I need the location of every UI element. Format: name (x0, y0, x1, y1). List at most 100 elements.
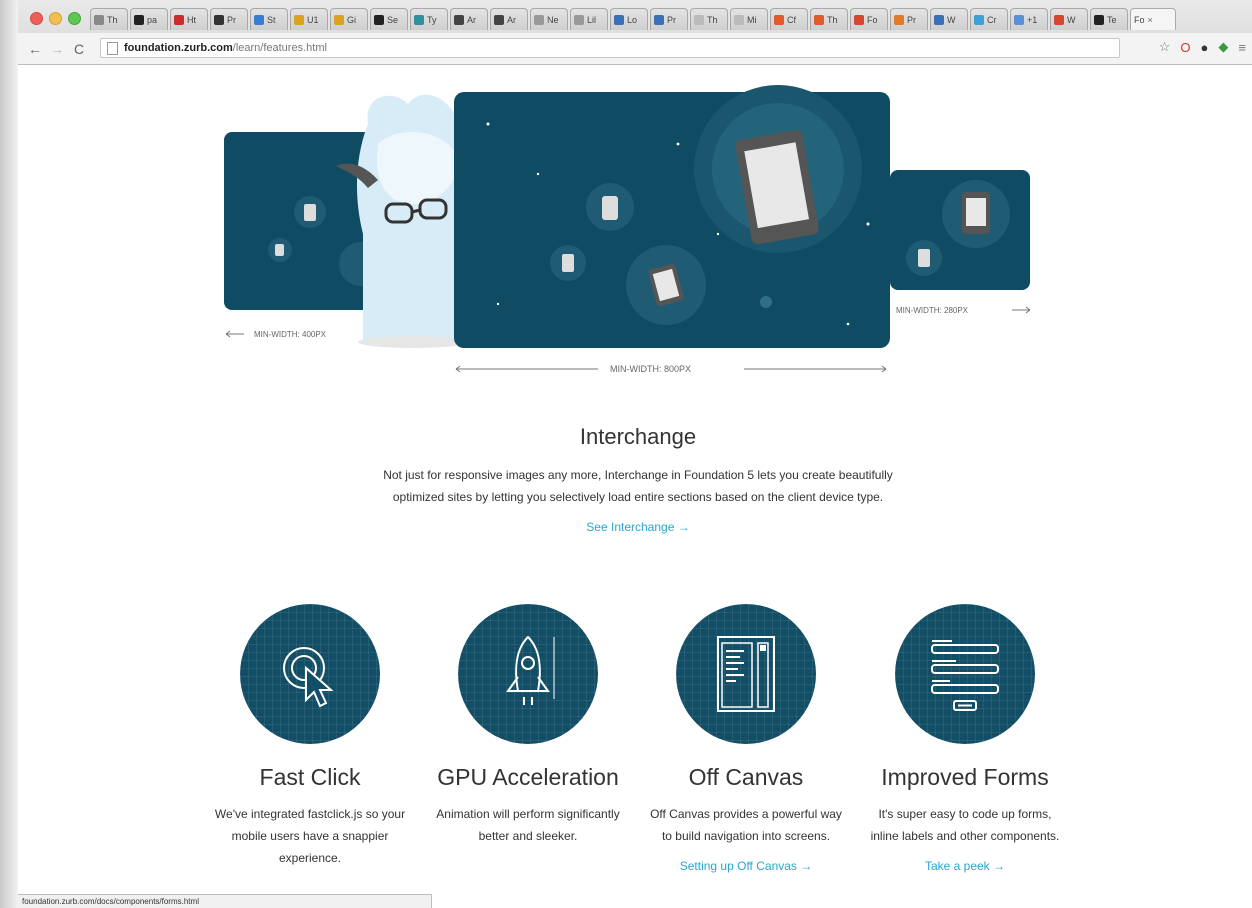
browser-tab[interactable]: Se (370, 8, 408, 30)
forward-icon[interactable]: → (46, 41, 68, 57)
browser-tab[interactable]: W (1050, 8, 1088, 30)
tab-label: Th (107, 14, 118, 25)
interchange-title: Interchange (579, 424, 697, 449)
browser-tab[interactable]: Pr (210, 8, 248, 30)
browser-tab[interactable]: Th (810, 8, 848, 30)
off-canvas-icon (676, 604, 816, 744)
browser-tab[interactable]: Cr (970, 8, 1008, 30)
browser-tab[interactable]: Lo (610, 8, 648, 30)
opera-extension-icon[interactable]: O (1180, 40, 1190, 55)
setting-up-off-canvas-link[interactable]: Setting up Off Canvas → (680, 859, 813, 873)
browser-tab[interactable]: Mi (730, 8, 768, 30)
tab-favicon-icon (294, 14, 304, 25)
tab-favicon-icon (1054, 14, 1064, 25)
tab-favicon-icon (814, 14, 824, 25)
feature-description: We've integrated fastclick.js so your mo… (214, 807, 406, 865)
browser-tab[interactable]: Fo (850, 8, 888, 30)
tab-favicon-icon (1094, 14, 1104, 25)
feature-title: Improved Forms (881, 764, 1049, 790)
browser-tab[interactable]: Ty (410, 8, 448, 30)
window-shadow (0, 0, 18, 908)
feature-fast-click: Fast Click We've integrated fastclick.js… (210, 604, 410, 869)
back-icon[interactable]: ← (24, 41, 46, 57)
take-a-peek-link[interactable]: Take a peek → (925, 859, 1005, 873)
tab-label: Th (707, 14, 718, 25)
browser-tab-active[interactable]: Fo × (1130, 8, 1176, 30)
feature-description: Off Canvas provides a powerful way to bu… (650, 807, 842, 843)
browser-tab[interactable]: Ht (170, 8, 208, 30)
large-screen-panel (890, 170, 1030, 290)
interchange-section: Interchange Not just for responsive imag… (338, 424, 938, 536)
minimize-window-button[interactable] (49, 12, 62, 25)
cursor-click-icon (240, 604, 380, 744)
browser-tab[interactable]: +1 (1010, 8, 1048, 30)
feature-description: Animation will perform significantly bet… (436, 807, 620, 843)
form-icon (895, 604, 1035, 744)
tab-label: W (1067, 14, 1076, 25)
tab-label: pa (147, 14, 158, 25)
tab-label: Pr (227, 14, 236, 25)
tab-label: Pr (907, 14, 916, 25)
close-window-button[interactable] (30, 12, 43, 25)
tab-strip: Th pa Ht Pr St U1 Gi Se Ty Ar Ar Ne Lil Lo Pr Th Mi Cf Th F… (90, 8, 1176, 32)
tab-label: Pr (667, 14, 676, 25)
tab-favicon-icon (894, 14, 904, 25)
tab-favicon-icon (374, 14, 384, 25)
tab-label: Cf (787, 14, 796, 25)
tab-favicon-icon (934, 14, 944, 25)
browser-tab[interactable]: Pr (650, 8, 688, 30)
browser-tab[interactable]: Ne (530, 8, 568, 30)
browser-tab[interactable]: Lil (570, 8, 608, 30)
feature-title: Off Canvas (688, 764, 804, 790)
ghostery-extension-icon[interactable]: ● (1201, 40, 1209, 55)
menu-icon[interactable]: ≡ (1238, 40, 1246, 55)
tab-favicon-icon (94, 14, 104, 25)
browser-tab[interactable]: Pr (890, 8, 928, 30)
toolbar-extensions: ☆ O ● ◆ ≡ (1159, 39, 1246, 55)
feature-description: It's super easy to code up forms, inline… (870, 807, 1060, 843)
url-host: foundation.zurb.com (124, 42, 233, 54)
tab-favicon-icon (334, 14, 344, 25)
interchange-description: Not just for responsive images any more,… (383, 468, 893, 504)
tab-label: +1 (1027, 14, 1038, 25)
bookmark-star-icon[interactable]: ☆ (1159, 39, 1171, 55)
feature-title: Fast Click (259, 764, 361, 790)
browser-tab[interactable]: pa (130, 8, 168, 30)
browser-tab[interactable]: Cf (770, 8, 808, 30)
tab-label: Ht (187, 14, 196, 25)
tab-favicon-icon (414, 14, 424, 25)
browser-tab[interactable]: Th (690, 8, 728, 30)
tab-label: Fo (1134, 14, 1145, 25)
browser-tab[interactable]: Te (1090, 8, 1128, 30)
browser-tab[interactable]: Th (90, 8, 128, 30)
hero-measure-left (225, 330, 244, 338)
close-tab-icon[interactable]: × (1148, 15, 1153, 25)
browser-tab[interactable]: W (930, 8, 968, 30)
medium-screen-panel (454, 85, 890, 348)
browser-tab[interactable]: Ar (490, 8, 528, 30)
window-controls (30, 12, 81, 25)
zoom-window-button[interactable] (68, 12, 81, 25)
address-bar[interactable]: foundation.zurb.com /learn/features.html (100, 38, 1120, 58)
tab-label: Mi (747, 14, 757, 25)
tab-favicon-icon (774, 14, 784, 25)
tab-favicon-icon (534, 14, 544, 25)
tab-label: Ty (427, 14, 437, 25)
tab-label: Ne (547, 14, 559, 25)
tab-label: Gi (347, 14, 356, 25)
reload-icon[interactable]: C (68, 41, 90, 57)
feature-gpu-acceleration: GPU Acceleration Animation will perform … (428, 604, 628, 847)
browser-toolbar: ← → C foundation.zurb.com /learn/feature… (18, 33, 1252, 64)
browser-tab[interactable]: Ar (450, 8, 488, 30)
tab-favicon-icon (134, 14, 144, 25)
min-width-400-label: MIN-WIDTH: 400PX (254, 330, 327, 339)
browser-chrome: Th pa Ht Pr St U1 Gi Se Ty Ar Ar Ne Lil Lo Pr Th Mi Cf Th F… (18, 0, 1252, 65)
tab-favicon-icon (574, 14, 584, 25)
evernote-extension-icon[interactable]: ◆ (1218, 39, 1228, 55)
tab-label: Te (1107, 14, 1117, 25)
see-interchange-link[interactable]: See Interchange → (586, 520, 689, 534)
browser-tab[interactable]: Gi (330, 8, 368, 30)
browser-tab[interactable]: St (250, 8, 288, 30)
browser-tab[interactable]: U1 (290, 8, 328, 30)
tab-favicon-icon (174, 14, 184, 25)
